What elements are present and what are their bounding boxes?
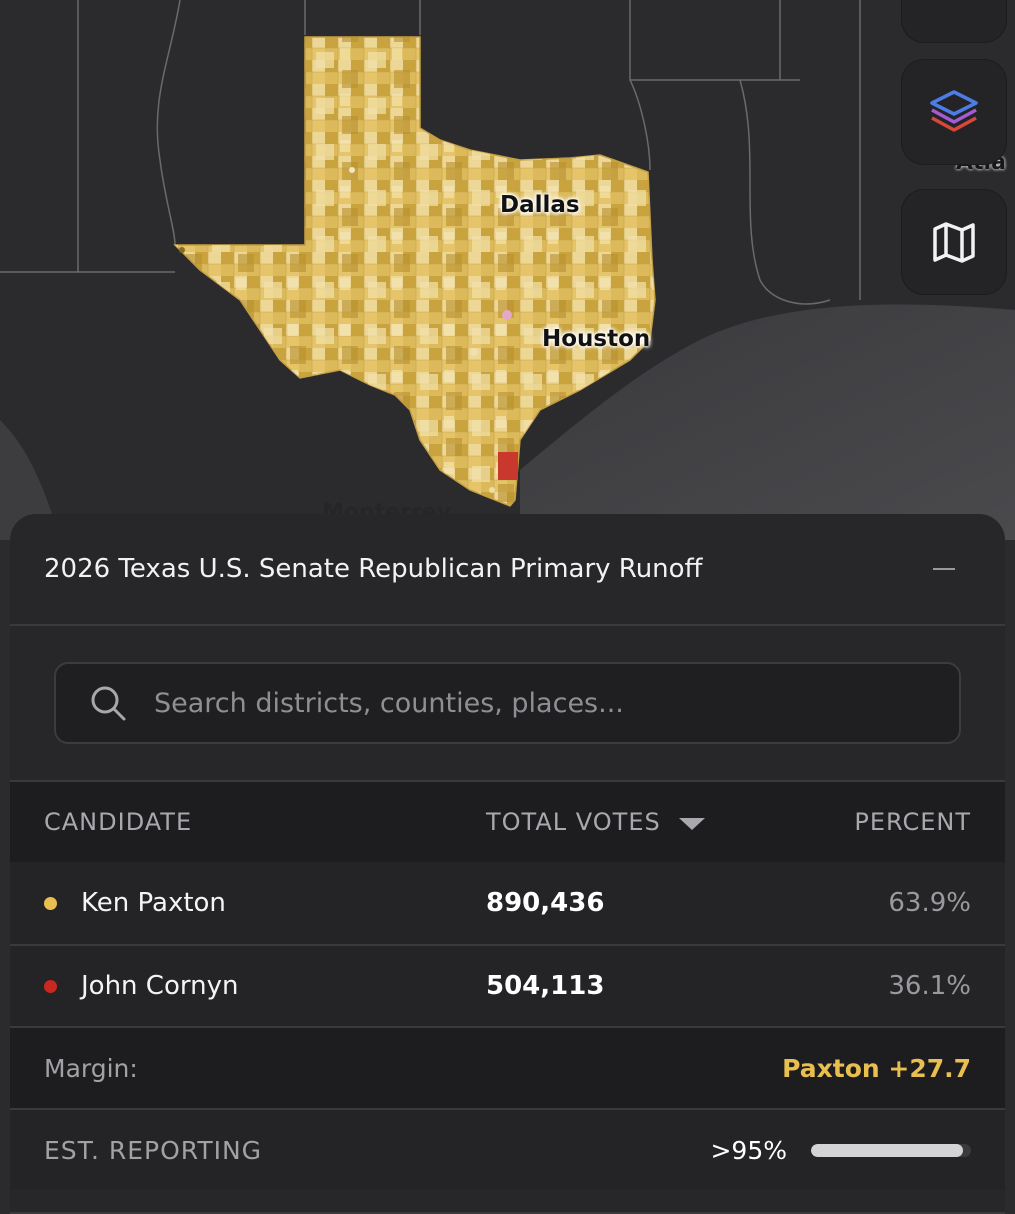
header-candidate[interactable]: CANDIDATE	[44, 808, 486, 836]
margin-value: Paxton +27.7	[782, 1053, 971, 1083]
panel-header: 2026 Texas U.S. Senate Republican Primar…	[10, 514, 1005, 626]
reporting-label: EST. REPORTING	[44, 1135, 263, 1165]
search-icon	[91, 686, 126, 721]
map-icon	[933, 222, 975, 263]
urban-county	[179, 247, 185, 253]
candidate-name: Ken Paxton	[81, 888, 226, 918]
city-label-houston: Houston	[542, 326, 651, 352]
table-row[interactable]: Ken Paxton 890,436 63.9%	[10, 862, 1005, 944]
race-title: 2026 Texas U.S. Senate Republican Primar…	[44, 554, 703, 584]
candidate-cell: John Cornyn	[44, 971, 486, 1001]
margin-row: Margin: Paxton +27.7	[10, 1026, 1005, 1108]
map-canvas[interactable]	[0, 0, 1015, 540]
search-input[interactable]	[152, 686, 916, 720]
urban-county	[502, 310, 512, 320]
layers-button[interactable]	[902, 60, 1006, 164]
percent-cell: 36.1%	[888, 971, 971, 1001]
reporting-row: EST. REPORTING >95%	[10, 1108, 1005, 1190]
caret-down-icon	[678, 818, 705, 830]
header-total-votes-label: TOTAL VOTES	[486, 808, 661, 836]
results-map[interactable]: Dallas Houston Monterrey Atla	[0, 0, 1015, 540]
header-percent[interactable]: PERCENT	[786, 808, 971, 836]
candidate-name: John Cornyn	[81, 971, 239, 1001]
results-table-header: CANDIDATE TOTAL VOTES PERCENT	[10, 782, 1005, 862]
margin-label: Margin:	[44, 1053, 138, 1083]
cornyn-county[interactable]	[498, 452, 518, 480]
header-total-votes[interactable]: TOTAL VOTES	[486, 808, 786, 836]
reporting-progress-fill	[811, 1143, 963, 1157]
total-votes-cell: 890,436	[486, 888, 605, 918]
basemap-button[interactable]	[902, 190, 1006, 294]
collapse-button[interactable]	[921, 556, 971, 582]
results-panel: 2026 Texas U.S. Senate Republican Primar…	[10, 514, 1005, 1214]
search-box[interactable]	[54, 662, 961, 744]
reporting-status: >95%	[710, 1136, 971, 1165]
layers-icon	[930, 90, 978, 132]
city-label-dallas: Dallas	[500, 192, 580, 218]
urban-county	[470, 348, 478, 356]
search-section	[10, 626, 1005, 782]
candidate-cell: Ken Paxton	[44, 888, 486, 918]
total-votes-cell: 504,113	[486, 971, 605, 1001]
urban-county	[349, 167, 355, 173]
candidate-color-dot	[44, 979, 57, 993]
reporting-value: >95%	[710, 1135, 787, 1165]
candidate-color-dot	[44, 896, 57, 910]
table-row[interactable]: John Cornyn 504,113 36.1%	[10, 944, 1005, 1026]
reporting-progress-bar	[811, 1143, 971, 1157]
minus-icon	[933, 568, 955, 570]
results-table-body: Ken Paxton 890,436 63.9% John Cornyn 504…	[10, 862, 1005, 1026]
table-icon	[932, 0, 976, 12]
table-view-button[interactable]	[902, 0, 1006, 42]
urban-county	[489, 487, 495, 493]
percent-cell: 63.9%	[888, 888, 971, 918]
